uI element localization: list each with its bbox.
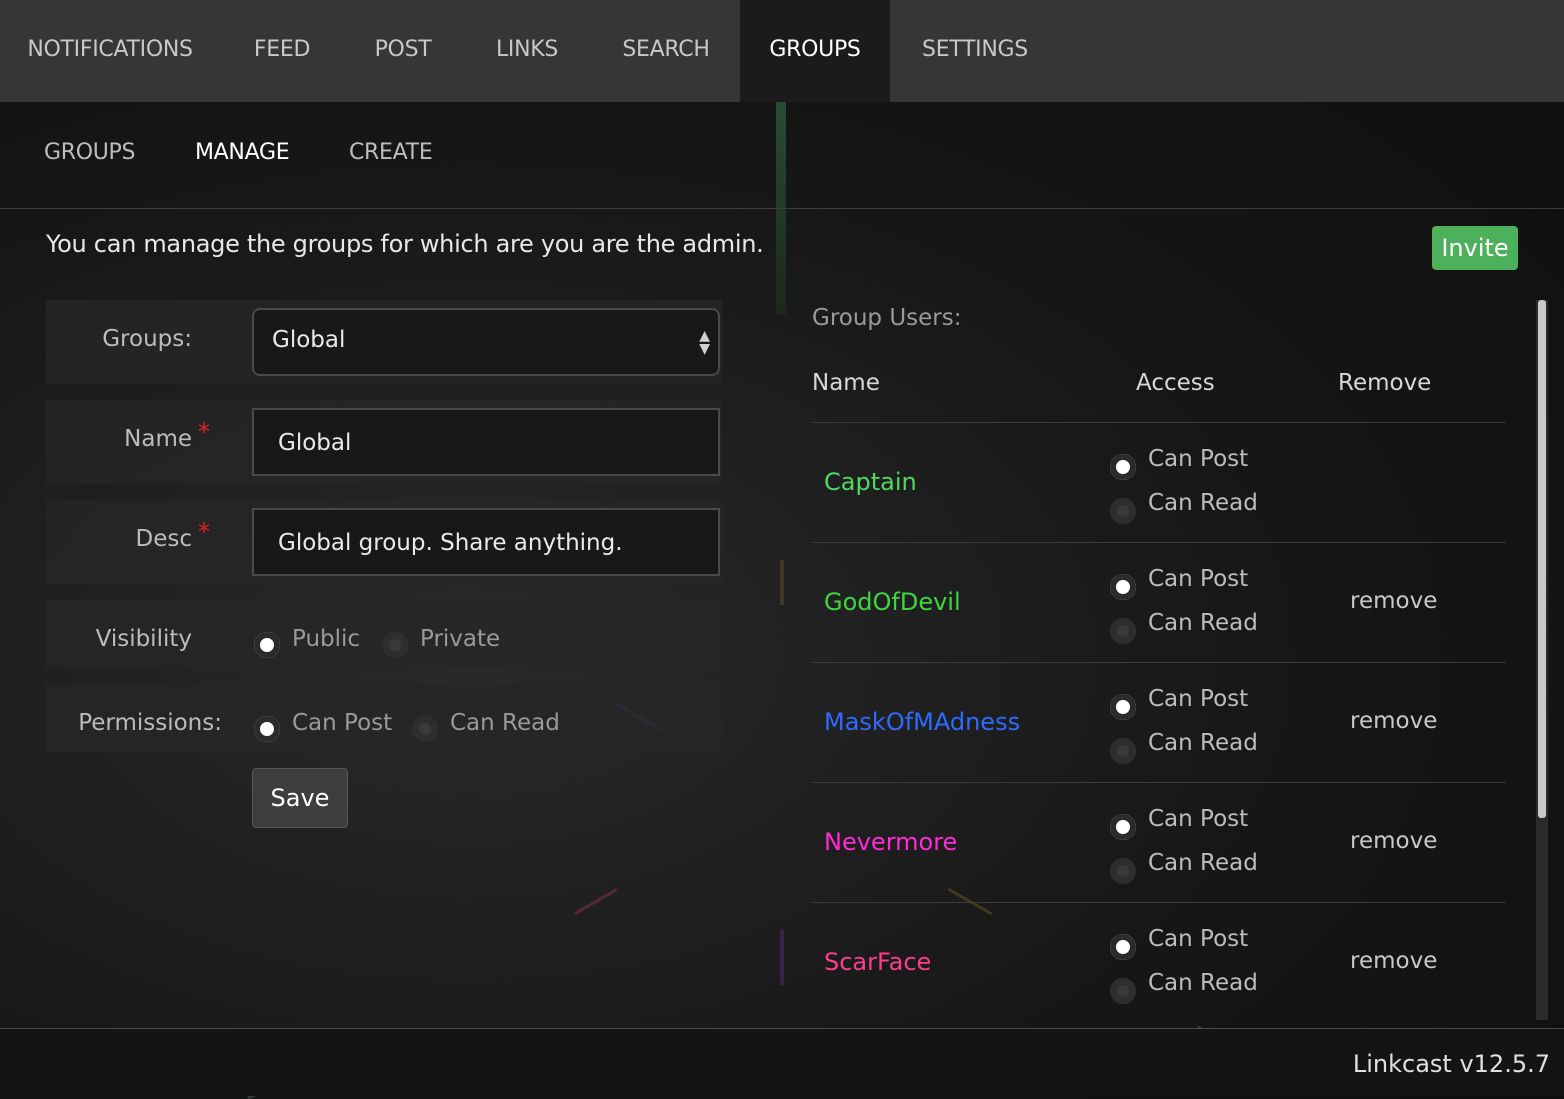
access-canpost-label: Can Post <box>1148 806 1249 832</box>
permissions-canread-label: Can Read <box>450 710 560 736</box>
access-canpost-radio[interactable] <box>1110 814 1136 840</box>
remove-user-link[interactable]: remove <box>1350 828 1437 854</box>
access-canread-radio[interactable] <box>1110 738 1136 764</box>
access-canpost-label: Can Post <box>1148 926 1249 952</box>
select-arrows-icon: ▲ ▼ <box>699 328 710 357</box>
row-divider <box>812 902 1506 903</box>
visibility-private-radio[interactable] <box>382 632 408 658</box>
remove-user-link[interactable]: remove <box>1350 948 1437 974</box>
access-canread-label: Can Read <box>1148 610 1258 636</box>
access-canpost-radio[interactable] <box>1110 454 1136 480</box>
name-field-value: Global <box>278 430 352 456</box>
access-canpost-radio[interactable] <box>1110 574 1136 600</box>
user-name-scarface[interactable]: ScarFace <box>824 948 931 976</box>
access-canpost-label: Can Post <box>1148 446 1249 472</box>
version-label: Linkcast v12.5.7 <box>1352 1050 1550 1078</box>
visibility-private-label: Private <box>420 626 501 652</box>
group-users-title: Group Users: <box>812 305 962 331</box>
subtab-manage[interactable]: MANAGE <box>195 140 290 165</box>
access-canpost-label: Can Post <box>1148 686 1249 712</box>
permissions-canpost-label: Can Post <box>292 710 393 736</box>
row-divider <box>812 542 1506 543</box>
user-name-nevermore[interactable]: Nevermore <box>824 828 957 856</box>
access-canread-label: Can Read <box>1148 850 1258 876</box>
invite-button[interactable]: Invite <box>1432 226 1518 270</box>
visibility-public-radio[interactable] <box>254 632 280 658</box>
desc-field[interactable]: Global group. Share anything. <box>252 508 720 576</box>
intro-text: You can manage the groups for which are … <box>46 230 764 258</box>
access-canread-label: Can Read <box>1148 970 1258 996</box>
user-name-captain[interactable]: Captain <box>824 468 917 496</box>
subtab-groups[interactable]: GROUPS <box>44 140 135 165</box>
desc-label: Desc <box>135 526 193 552</box>
row-divider <box>812 782 1506 783</box>
groups-label: Groups: <box>102 326 192 352</box>
access-canread-radio[interactable] <box>1110 498 1136 524</box>
access-canpost-label: Can Post <box>1148 566 1249 592</box>
access-canread-label: Can Read <box>1148 490 1258 516</box>
permissions-label: Permissions: <box>78 710 222 736</box>
user-name-maskofmadness[interactable]: MaskOfMAdness <box>824 708 1020 736</box>
access-canread-radio[interactable] <box>1110 618 1136 644</box>
subtab-create[interactable]: CREATE <box>349 140 433 165</box>
column-header-access: Access <box>1136 370 1215 396</box>
tab-search[interactable]: SEARCH <box>592 0 740 102</box>
permissions-canread-radio[interactable] <box>412 716 438 742</box>
access-canpost-radio[interactable] <box>1110 934 1136 960</box>
background-streak <box>574 888 618 915</box>
subnav-divider <box>0 208 1564 209</box>
permissions-canpost-radio[interactable] <box>254 716 280 742</box>
access-canread-label: Can Read <box>1148 730 1258 756</box>
desc-field-value: Global group. Share anything. <box>278 530 623 556</box>
access-canpost-radio[interactable] <box>1110 694 1136 720</box>
save-button[interactable]: Save <box>252 768 348 828</box>
access-canread-radio[interactable] <box>1110 978 1136 1004</box>
name-field[interactable]: Global <box>252 408 720 476</box>
access-canread-radio[interactable] <box>1110 858 1136 884</box>
top-nav: NOTIFICATIONS FEED POST LINKS SEARCH GRO… <box>0 0 1564 102</box>
groups-selected-value: Global <box>272 327 346 353</box>
table-header-divider <box>812 422 1506 423</box>
required-mark: * <box>198 518 210 546</box>
users-scrollbar-thumb[interactable] <box>1538 300 1546 818</box>
visibility-public-label: Public <box>292 626 361 652</box>
column-header-remove: Remove <box>1338 370 1432 396</box>
footer <box>0 1029 1564 1096</box>
name-label: Name <box>124 426 192 452</box>
visibility-label: Visibility <box>95 626 192 652</box>
background-streak <box>780 560 784 605</box>
tab-feed[interactable]: FEED <box>220 0 344 102</box>
remove-user-link[interactable]: remove <box>1350 708 1437 734</box>
tab-links[interactable]: LINKS <box>462 0 592 102</box>
required-mark: * <box>198 418 210 446</box>
remove-user-link[interactable]: remove <box>1350 588 1437 614</box>
user-name-godofdevil[interactable]: GodOfDevil <box>824 588 961 616</box>
groups-select[interactable]: Global ▲ ▼ <box>252 308 720 376</box>
tab-groups[interactable]: GROUPS <box>740 0 890 102</box>
tab-post[interactable]: POST <box>344 0 462 102</box>
column-header-name: Name <box>812 370 880 396</box>
row-divider <box>812 662 1506 663</box>
background-streak <box>780 930 784 985</box>
tab-notifications[interactable]: NOTIFICATIONS <box>0 0 220 102</box>
tab-settings[interactable]: SETTINGS <box>890 0 1060 102</box>
